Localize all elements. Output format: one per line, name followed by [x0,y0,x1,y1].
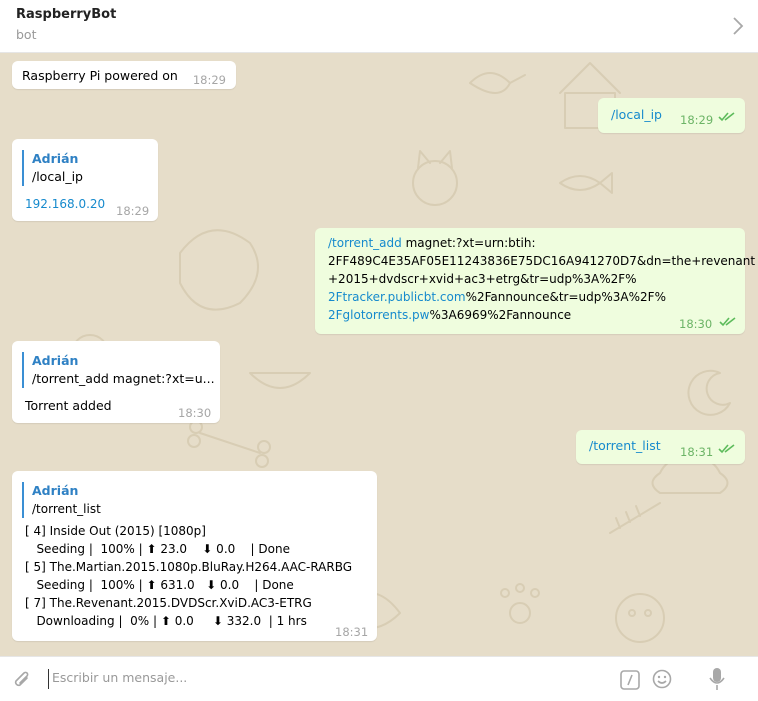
torrent-line: [ 4] Inside Out (2015) [1080p] [25,524,206,538]
reply-author: Adrián [32,483,79,498]
message-time: 18:29 [192,73,226,87]
message-text: Torrent added [25,398,112,413]
message-text: %3A6969%2Fannounce [429,308,572,322]
torrent-line: [ 5] The.Martian.2015.1080p.BluRay.H264.… [25,560,353,574]
message-time: 18:30 [178,406,212,420]
reply-text: /torrent_list [32,502,101,516]
command-link[interactable]: /local_ip [611,106,662,124]
double-check-icon [719,317,736,327]
message-text: %2Fannounce&tr=udp%3A%2F% [465,290,666,304]
command-link[interactable]: /torrent_add [328,236,402,250]
text-cursor [48,669,49,689]
message-incoming[interactable]: Raspberry Pi powered on 18:29 [12,61,236,89]
message-composer [0,656,758,701]
double-check-icon [718,112,735,122]
chat-title: RaspberryBot [16,7,117,22]
microphone-icon[interactable] [709,667,725,691]
reply-preview[interactable]: Adrián /torrent_add magnet:?xt=u... [22,352,215,388]
chat-area[interactable]: Raspberry Pi powered on 18:29 /local_ip … [0,53,758,656]
torrent-line: [ 7] The.Revenant.2015.DVDScr.XviD.AC3-E… [25,596,312,610]
reply-preview[interactable]: Adrián /torrent_list [22,482,367,518]
message-time: 18:31 [680,445,714,459]
message-incoming[interactable]: Adrián /local_ip 192.168.0.20 18:29 [12,139,158,221]
reply-preview[interactable]: Adrián /local_ip [22,150,148,186]
chat-header[interactable]: RaspberryBot bot [0,0,758,53]
message-outgoing[interactable]: /torrent_list 18:31 [576,430,745,464]
message-incoming[interactable]: Adrián /torrent_add magnet:?xt=u... Torr… [12,341,220,423]
message-time: 18:30 [679,317,713,331]
message-text: Raspberry Pi powered on [22,68,178,83]
command-link[interactable]: /torrent_list [589,437,661,455]
message-text: magnet:?xt=urn:btih: [401,236,536,250]
message-text: +2015+dvdscr+xvid+ac3+etrg&tr=udp%3A%2F% [328,272,637,286]
chevron-right-icon[interactable] [732,16,744,36]
message-time: 18:31 [335,625,369,639]
message-incoming[interactable]: Adrián /torrent_list [ 4] Inside Out (20… [12,471,377,641]
message-time: 18:29 [116,204,150,218]
torrent-line: Seeding | 100% | ⬆ 631.0 ⬇ 0.0 | Done [25,578,294,592]
url-link[interactable]: 2Fglotorrents.pw [328,308,429,322]
chat-subtitle: bot [16,27,37,42]
slash-command-icon[interactable] [620,670,640,690]
paperclip-icon[interactable] [12,669,32,691]
message-outgoing[interactable]: /local_ip 18:29 [598,98,745,133]
torrent-line: Downloading | 0% | ⬆ 0.0 ⬇ 332.0 | 1 hrs [25,614,307,628]
emoji-icon[interactable] [652,669,672,689]
reply-text: /local_ip [32,169,83,184]
message-text: 2FF489C4E35AF05E11243836E75DC16A941270D7… [328,254,756,268]
reply-author: Adrián [32,151,79,166]
ip-link[interactable]: 192.168.0.20 [25,195,105,213]
message-input[interactable] [52,670,572,685]
reply-text: /torrent_add magnet:?xt=u... [32,371,215,386]
double-check-icon [718,444,735,454]
url-link[interactable]: 2Ftracker.publicbt.com [328,290,466,304]
message-outgoing[interactable]: /torrent_add magnet:?xt=urn:btih: 2FF489… [315,228,756,334]
reply-author: Adrián [32,353,79,368]
message-time: 18:29 [680,113,714,127]
torrent-line: Seeding | 100% | ⬆ 23.0 ⬇ 0.0 | Done [25,542,290,556]
